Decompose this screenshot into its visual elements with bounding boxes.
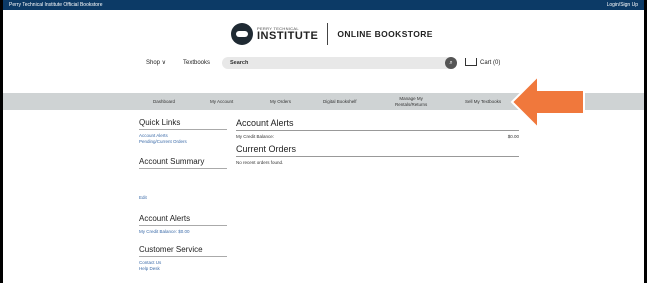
top-bar: Perry Technical Institute Official Books… [3,0,644,10]
search-input[interactable]: Search [230,57,248,69]
menu-rentals[interactable]: Manage My Rentals/Returns [395,96,427,108]
account-alerts-title: Account Alerts [236,118,294,128]
search-bar[interactable]: Search ⌕ [222,57,457,69]
main-nav: Shop ∨ Textbooks Search ⌕ Cart (0) [3,56,644,70]
annotation-arrow-icon [510,73,585,131]
browser-page: Perry Technical Institute Official Books… [3,0,644,283]
main-content: Account Alerts My Credit Balance: $0.00 … [236,118,519,165]
search-icon[interactable]: ⌕ [445,57,457,69]
credit-balance-label: My Credit Balance: [236,134,275,139]
logo-store-text: ONLINE BOOKSTORE [337,29,433,39]
menu-my-account[interactable]: My Account [210,93,233,110]
orders-empty-text: No recent orders found. [236,160,284,165]
account-summary-heading: Account Summary [139,157,205,166]
divider [236,156,519,157]
quick-links-heading: Quick Links [139,118,181,127]
cart-label: Cart (0) [480,60,501,66]
textbooks-link[interactable]: Textbooks [183,56,210,70]
menu-rentals-line1: Manage My [399,96,423,101]
divider [139,168,227,169]
help-desk-link[interactable]: Help Desk [139,266,227,272]
cart-icon [465,58,477,67]
credit-balance-value: $0.00 [507,134,519,139]
current-orders-title: Current Orders [236,144,297,154]
logo-big-text: INSTITUTE [257,29,319,42]
logo[interactable]: PERRY TECHNICAL INSTITUTE ONLINE BOOKSTO… [231,22,433,46]
menu-sell-textbooks[interactable]: Sell My Textbooks [465,93,501,110]
store-name: Perry Technical Institute Official Books… [9,2,103,8]
divider [139,256,227,257]
menu-digital-bookshelf[interactable]: Digital Bookshelf [323,93,357,110]
divider [139,129,227,130]
logo-seal-icon [231,23,253,45]
divider [236,130,519,131]
divider [139,225,227,226]
shop-menu[interactable]: Shop ∨ [146,56,166,70]
customer-service-heading: Customer Service [139,245,203,254]
cart-button[interactable]: Cart (0) [465,56,500,70]
menu-rentals-line2: Rentals/Returns [395,102,428,107]
menu-my-orders[interactable]: My Orders [270,93,291,110]
menu-dashboard[interactable]: Dashboard [153,93,175,110]
sidebar: Quick Links Account Alerts Pending/Curre… [139,118,227,272]
account-alerts-heading: Account Alerts [139,214,191,223]
login-link[interactable]: Login/Sign Up [607,0,638,10]
logo-divider [327,23,329,45]
